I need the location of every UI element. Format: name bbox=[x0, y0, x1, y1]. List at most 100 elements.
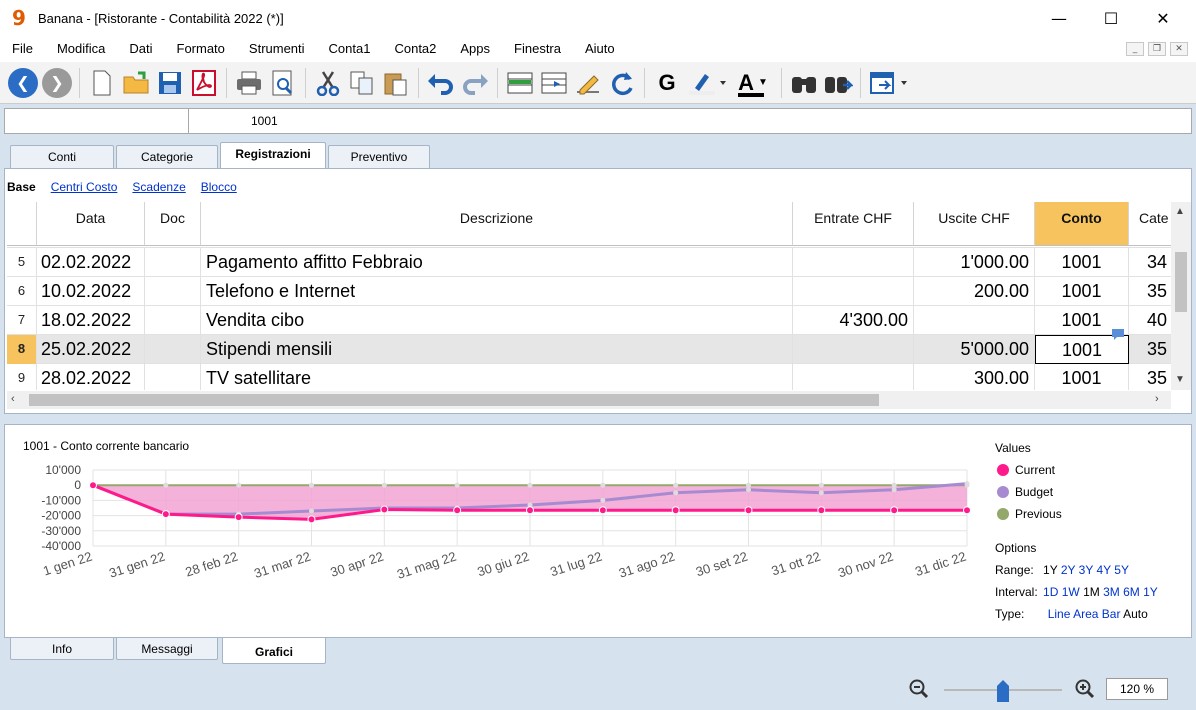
legend-current[interactable]: Current bbox=[995, 459, 1158, 481]
cell-date[interactable]: 02.02.2022 bbox=[37, 248, 145, 277]
interval-6m[interactable]: 6M bbox=[1123, 585, 1140, 599]
comment-icon[interactable] bbox=[1111, 328, 1125, 340]
column-header-descrizione[interactable]: Descrizione bbox=[201, 202, 793, 246]
mdi-minimize-icon[interactable]: _ bbox=[1126, 42, 1144, 56]
find-icon[interactable] bbox=[789, 67, 819, 99]
cell-conto[interactable]: 1001 bbox=[1035, 277, 1129, 306]
vertical-scrollbar[interactable]: ▲ ▼ bbox=[1171, 202, 1191, 390]
new-file-icon[interactable] bbox=[87, 67, 117, 99]
menu-finestra[interactable]: Finestra bbox=[502, 36, 573, 62]
cell-description[interactable]: Vendita cibo bbox=[201, 306, 793, 335]
tab-conti[interactable]: Conti bbox=[10, 145, 114, 168]
tab-messaggi[interactable]: Messaggi bbox=[116, 638, 218, 660]
cell-description[interactable]: Telefono e Internet bbox=[201, 277, 793, 306]
type-bar[interactable]: Bar bbox=[1102, 607, 1121, 621]
menu-formato[interactable]: Formato bbox=[165, 36, 237, 62]
cell-categoria[interactable]: 35 bbox=[1129, 277, 1171, 306]
cell-conto[interactable]: 1001 bbox=[1035, 364, 1129, 390]
edit-icon[interactable] bbox=[573, 67, 603, 99]
subtab-scadenze[interactable]: Scadenze bbox=[132, 180, 185, 194]
back-icon[interactable]: ❮ bbox=[8, 67, 38, 98]
forward-icon[interactable]: ❯ bbox=[42, 67, 72, 98]
legend-previous[interactable]: Previous bbox=[995, 503, 1158, 525]
cell-doc[interactable] bbox=[145, 306, 201, 335]
save-icon[interactable] bbox=[155, 67, 185, 99]
range-3y[interactable]: 3Y bbox=[1079, 563, 1093, 577]
cell-date[interactable]: 28.02.2022 bbox=[37, 364, 145, 390]
horizontal-scroll-thumb[interactable] bbox=[29, 394, 879, 406]
table-row[interactable]: 6 10.02.2022 Telefono e Internet 200.00 … bbox=[7, 277, 1171, 306]
subtab-centri-costo[interactable]: Centri Costo bbox=[51, 180, 118, 194]
mdi-close-icon[interactable]: ✕ bbox=[1170, 42, 1188, 56]
interval-3m[interactable]: 3M bbox=[1103, 585, 1120, 599]
zoom-level-field[interactable]: 120 % bbox=[1106, 678, 1168, 700]
highlight-icon[interactable] bbox=[686, 67, 728, 99]
menu-conta1[interactable]: Conta1 bbox=[317, 36, 383, 62]
cell-categoria[interactable]: 34 bbox=[1129, 248, 1171, 277]
maximize-icon[interactable]: ☐ bbox=[1088, 0, 1134, 36]
interval-1y[interactable]: 1Y bbox=[1143, 585, 1158, 599]
scroll-left-icon[interactable]: ‹ bbox=[11, 393, 15, 405]
cell-entrate[interactable] bbox=[793, 277, 914, 306]
vertical-scroll-thumb[interactable] bbox=[1175, 252, 1187, 312]
bold-icon[interactable]: G bbox=[652, 67, 682, 99]
minimize-icon[interactable]: — bbox=[1036, 0, 1082, 36]
cell-date[interactable]: 25.02.2022 bbox=[37, 335, 145, 364]
insert-row-icon[interactable] bbox=[505, 67, 535, 99]
table-row[interactable]: 9 28.02.2022 TV satellitare 300.00 1001 … bbox=[7, 364, 1171, 390]
menu-apps[interactable]: Apps bbox=[448, 36, 502, 62]
cell-uscite[interactable] bbox=[914, 306, 1035, 335]
cell-date[interactable]: 18.02.2022 bbox=[37, 306, 145, 335]
horizontal-scrollbar[interactable]: ‹ › bbox=[7, 391, 1171, 409]
cell-entrate[interactable] bbox=[793, 248, 914, 277]
cell-doc[interactable] bbox=[145, 277, 201, 306]
menu-aiuto[interactable]: Aiuto bbox=[573, 36, 627, 62]
type-area[interactable]: Area bbox=[1073, 607, 1098, 621]
cell-entrate[interactable] bbox=[793, 364, 914, 390]
zoom-in-icon[interactable] bbox=[1074, 678, 1096, 700]
interval-1w[interactable]: 1W bbox=[1062, 585, 1080, 599]
find-next-icon[interactable] bbox=[823, 67, 853, 99]
cell-description[interactable]: TV satellitare bbox=[201, 364, 793, 390]
column-header-data[interactable]: Data bbox=[37, 202, 145, 246]
cell-uscite[interactable]: 300.00 bbox=[914, 364, 1035, 390]
menu-file[interactable]: File bbox=[0, 36, 45, 62]
range-4y[interactable]: 4Y bbox=[1096, 563, 1110, 577]
window-icon[interactable] bbox=[868, 67, 912, 99]
cell-description[interactable]: Stipendi mensili bbox=[201, 335, 793, 364]
range-2y[interactable]: 2Y bbox=[1061, 563, 1075, 577]
column-header-conto[interactable]: Conto bbox=[1035, 202, 1129, 246]
tab-grafici[interactable]: Grafici bbox=[222, 638, 326, 664]
print-preview-icon[interactable] bbox=[268, 67, 298, 99]
undo-icon[interactable] bbox=[426, 67, 456, 99]
cell-date[interactable]: 10.02.2022 bbox=[37, 277, 145, 306]
tab-categorie[interactable]: Categorie bbox=[116, 145, 218, 168]
cell-categoria[interactable]: 40 bbox=[1129, 306, 1171, 335]
column-header-doc[interactable]: Doc bbox=[145, 202, 201, 246]
cell-doc[interactable] bbox=[145, 364, 201, 390]
subtab-blocco[interactable]: Blocco bbox=[201, 180, 237, 194]
table-row[interactable]: 5 02.02.2022 Pagamento affitto Febbraio … bbox=[7, 248, 1171, 277]
menu-strumenti[interactable]: Strumenti bbox=[237, 36, 317, 62]
column-header-categoria[interactable]: Cate bbox=[1129, 202, 1171, 246]
cell-value-field[interactable]: 1001 bbox=[251, 114, 278, 128]
menu-dati[interactable]: Dati bbox=[117, 36, 164, 62]
scroll-down-icon[interactable]: ▼ bbox=[1175, 374, 1185, 385]
interval-1d[interactable]: 1D bbox=[1043, 585, 1058, 599]
tab-registrazioni[interactable]: Registrazioni bbox=[220, 142, 326, 168]
subtab-base[interactable]: Base bbox=[7, 180, 36, 194]
cell-description[interactable]: Pagamento affitto Febbraio bbox=[201, 248, 793, 277]
font-color-icon[interactable]: A ▼ bbox=[732, 67, 774, 99]
cell-entrate[interactable] bbox=[793, 335, 914, 364]
refresh-icon[interactable] bbox=[607, 67, 637, 99]
table-row-current[interactable]: 8 25.02.2022 Stipendi mensili 5'000.00 1… bbox=[7, 335, 1171, 364]
range-1y[interactable]: 1Y bbox=[1043, 563, 1057, 577]
cell-doc[interactable] bbox=[145, 248, 201, 277]
tab-preventivo[interactable]: Preventivo bbox=[328, 145, 430, 168]
redo-icon[interactable] bbox=[460, 67, 490, 99]
type-line[interactable]: Line bbox=[1048, 607, 1071, 621]
zoom-slider-thumb[interactable] bbox=[997, 680, 1009, 702]
table-row[interactable]: 7 18.02.2022 Vendita cibo 4'300.00 1001 … bbox=[7, 306, 1171, 335]
pdf-icon[interactable] bbox=[189, 67, 219, 99]
legend-budget[interactable]: Budget bbox=[995, 481, 1158, 503]
